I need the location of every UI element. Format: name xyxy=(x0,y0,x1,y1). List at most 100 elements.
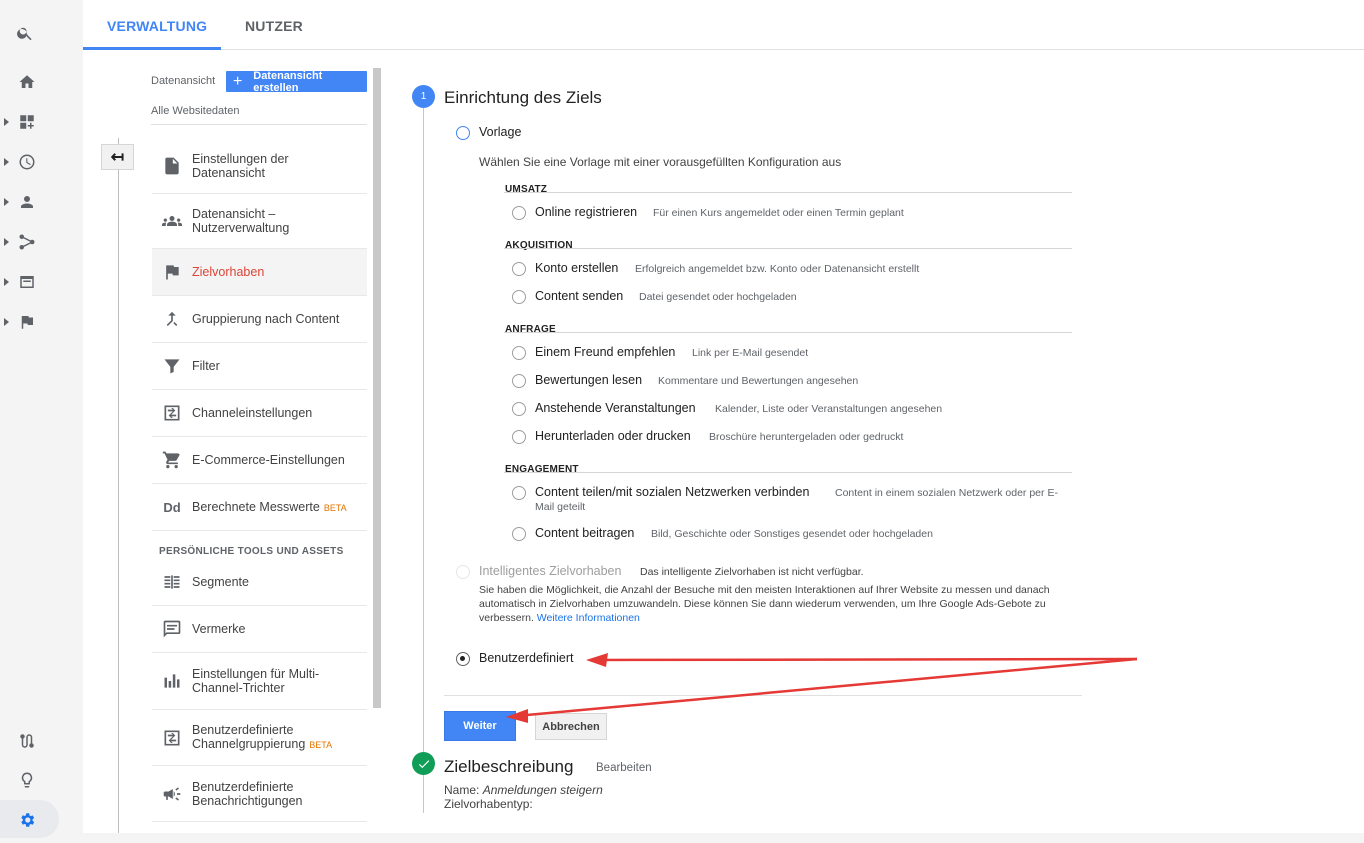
option-description: Content in einem sozialen Netzwerk oder … xyxy=(835,487,1058,499)
cancel-button[interactable]: Abbrechen xyxy=(535,713,607,740)
option-description: Für einen Kurs angemeldet oder einen Ter… xyxy=(653,207,904,219)
smart-goal-unavailable: Das intelligente Zielvorhaben ist nicht … xyxy=(640,566,864,578)
sidebar-item-view-settings[interactable]: Einstellungen der Datenansicht xyxy=(152,138,367,194)
sidebar-item-label: Einstellungen der Datenansicht xyxy=(192,151,289,180)
goal-name-row: Name: Anmeldungen steigern xyxy=(444,783,603,797)
sidebar-item-label: Vermerke xyxy=(192,622,246,636)
sidebar-item-label: Benutzerdefinierte Channelgruppierung BET… xyxy=(192,723,352,752)
sidebar-item-goals[interactable]: Zielvorhaben xyxy=(152,249,367,296)
custom-radio[interactable] xyxy=(456,652,470,666)
option-radio[interactable] xyxy=(512,527,526,541)
beta-badge: BETA xyxy=(323,502,347,513)
create-view-button[interactable]: + Datenansicht erstellen xyxy=(226,70,367,94)
sidebar-item-ecommerce[interactable]: E-Commerce-Einstellungen xyxy=(152,437,367,484)
more-info-link[interactable]: Weitere Informationen xyxy=(537,612,640,624)
megaphone-icon xyxy=(152,784,192,804)
back-arrow-button[interactable]: ↤ xyxy=(101,144,134,170)
option-label: Online registrieren xyxy=(535,205,638,219)
home-icon[interactable] xyxy=(15,70,39,94)
sidebar-item-content-grouping[interactable]: Gruppierung nach Content xyxy=(152,296,367,343)
person-icon[interactable] xyxy=(15,190,39,214)
continue-button[interactable]: Weiter xyxy=(444,711,516,741)
view-selector[interactable]: Alle Websitedaten xyxy=(151,105,239,117)
expand-caret-icon[interactable] xyxy=(4,158,9,166)
template-description: Wählen Sie eine Vorlage mit einer voraus… xyxy=(479,155,842,169)
option-description: Erfolgreich angemeldet bzw. Konto oder D… xyxy=(635,263,920,275)
people-icon xyxy=(152,211,192,231)
option-description-continued: Mail geteilt xyxy=(535,501,586,513)
route-icon[interactable] xyxy=(15,729,39,753)
cart-icon xyxy=(152,450,192,470)
smart-goal-radio[interactable] xyxy=(456,565,470,579)
goal-name-label: Name: xyxy=(444,783,480,797)
sidebar-item-custom-channel-grouping[interactable]: Benutzerdefinierte Channelgruppierung BET… xyxy=(152,710,367,766)
custom-label: Benutzerdefiniert xyxy=(479,651,574,665)
sidebar-item-channel-settings[interactable]: Channeleinstellungen xyxy=(152,390,367,437)
dashboard-icon[interactable] xyxy=(15,110,39,134)
smart-goal-label: Intelligentes Zielvorhaben xyxy=(479,564,622,578)
search-icon[interactable] xyxy=(13,21,37,45)
acquisition-icon[interactable] xyxy=(15,230,39,254)
gear-icon[interactable] xyxy=(15,808,39,832)
lightbulb-icon[interactable] xyxy=(15,768,39,792)
sidebar-item-segments[interactable]: Segmente xyxy=(152,559,367,606)
option-radio[interactable] xyxy=(512,290,526,304)
option-radio[interactable] xyxy=(512,402,526,416)
document-icon xyxy=(152,156,192,176)
admin-panel: VERWALTUNG NUTZER Datenansicht + Datenan… xyxy=(83,0,1364,833)
expand-caret-icon[interactable] xyxy=(4,118,9,126)
sidebar-guide-line xyxy=(118,138,119,833)
expand-caret-icon[interactable] xyxy=(4,318,9,326)
sidebar-item-filter[interactable]: Filter xyxy=(152,343,367,390)
sidebar-item-label: Datenansicht – Nutzerverwaltung xyxy=(192,207,290,235)
step-number-badge: 1 xyxy=(412,85,435,108)
sidebar-item-text: Benutzerdefinierte Channelgruppierung xyxy=(192,723,306,751)
divider xyxy=(504,472,1072,473)
option-radio[interactable] xyxy=(512,486,526,500)
option-radio[interactable] xyxy=(512,346,526,360)
smart-goal-description: Sie haben die Möglichkeit, die Anzahl de… xyxy=(479,583,1079,625)
sidebar-item-label: Einstellungen für Multi-Channel-Trichter xyxy=(192,667,320,695)
edit-link[interactable]: Bearbeiten xyxy=(596,762,652,774)
option-label: Herunterladen oder drucken xyxy=(535,429,691,443)
sidebar-scrollbar[interactable] xyxy=(373,68,381,708)
beta-badge: BETA xyxy=(309,740,333,750)
sidebar-item-custom-alerts[interactable]: Benutzerdefinierte Benachrichtigungen xyxy=(152,766,367,822)
option-label: Content beitragen xyxy=(535,526,635,540)
goal-name-value: Anmeldungen steigern xyxy=(482,783,603,797)
expand-caret-icon[interactable] xyxy=(4,278,9,286)
sidebar-item-annotations[interactable]: Vermerke xyxy=(152,606,367,653)
option-radio[interactable] xyxy=(512,206,526,220)
divider xyxy=(504,248,1072,249)
admin-tabs: VERWALTUNG NUTZER xyxy=(83,0,1364,50)
category-anfrage: ANFRAGE xyxy=(505,324,556,335)
template-label: Vorlage xyxy=(479,125,522,139)
plus-icon: + xyxy=(232,72,243,90)
template-radio[interactable] xyxy=(456,126,470,140)
goal-setup-title: Einrichtung des Ziels xyxy=(444,88,602,107)
channel-icon xyxy=(152,403,192,423)
category-umsatz: UMSATZ xyxy=(505,184,548,195)
tab-nutzer[interactable]: NUTZER xyxy=(245,0,303,50)
expand-caret-icon[interactable] xyxy=(4,238,9,246)
flag-icon[interactable] xyxy=(15,310,39,334)
option-description: Datei gesendet oder hochgeladen xyxy=(639,291,797,303)
sidebar-item-multichannel[interactable]: Einstellungen für Multi-Channel-Trichter xyxy=(152,653,367,710)
tab-verwaltung[interactable]: VERWALTUNG xyxy=(107,0,207,50)
behavior-icon[interactable] xyxy=(15,270,39,294)
option-radio[interactable] xyxy=(512,374,526,388)
option-radio[interactable] xyxy=(512,262,526,276)
clock-icon[interactable] xyxy=(15,150,39,174)
option-radio[interactable] xyxy=(512,430,526,444)
sidebar-item-calculated-metrics[interactable]: Dd Berechnete Messwerte BETA xyxy=(152,484,367,531)
category-engagement: ENGAGEMENT xyxy=(505,464,579,475)
active-tab-indicator xyxy=(83,47,221,50)
expand-caret-icon[interactable] xyxy=(4,198,9,206)
check-icon xyxy=(412,752,435,775)
divider xyxy=(504,192,1072,193)
sidebar-item-user-management[interactable]: Datenansicht – Nutzerverwaltung xyxy=(152,194,367,249)
funnel-icon xyxy=(152,356,192,376)
option-description: Kalender, Liste oder Veranstaltungen ang… xyxy=(715,403,943,415)
section-title: PERSÖNLICHE TOOLS UND ASSETS xyxy=(159,546,344,557)
option-description: Kommentare und Bewertungen angesehen xyxy=(658,375,859,387)
